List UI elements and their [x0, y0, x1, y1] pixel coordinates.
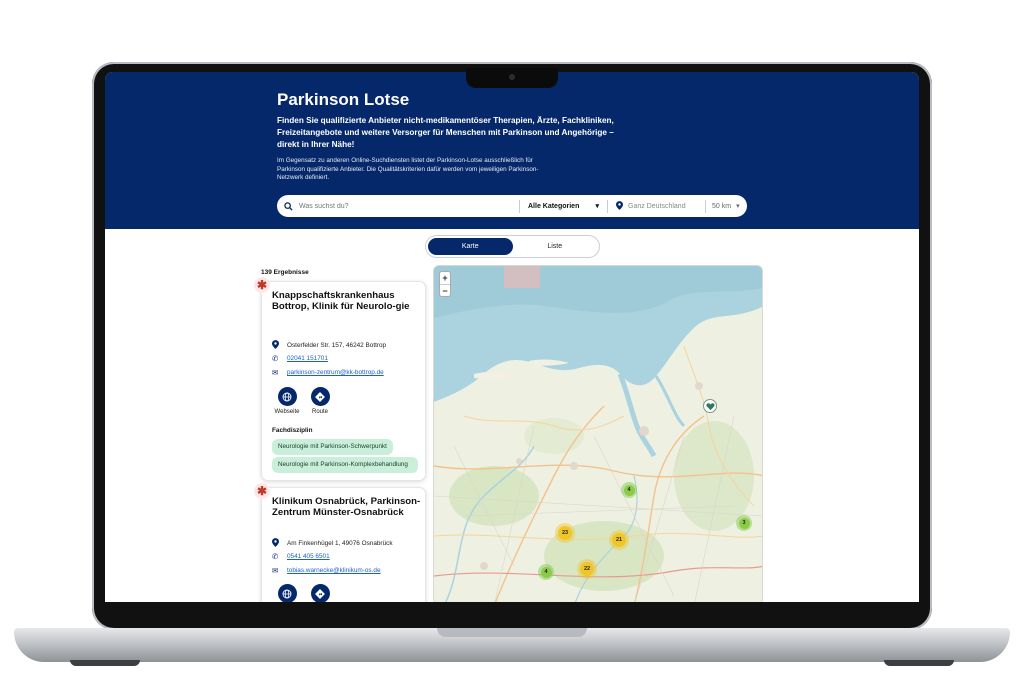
tab-map[interactable]: Karte — [428, 238, 513, 255]
provider-map-marker[interactable] — [703, 399, 717, 413]
search-input[interactable] — [299, 202, 519, 210]
camera-notch — [466, 68, 558, 88]
card-phone: ✆ 02041 151701 — [272, 354, 328, 363]
card-address: Osterfelder Str. 157, 46242 Bottrop — [272, 340, 386, 351]
map-cluster-count: 23 — [558, 526, 572, 540]
search-bar: Alle Kategorien ▾ Ganz Deutschland 50 km… — [277, 195, 747, 217]
radius-value: 50 km — [712, 202, 732, 210]
page-title: Parkinson Lotse — [277, 90, 410, 109]
hero-sub-text: Im Gegensatz zu anderen Online-Suchdiens… — [277, 157, 539, 182]
card-email: ✉ parkinson-zentrum@kk-bottrop.de — [272, 368, 384, 377]
map-cluster-count: 4 — [623, 484, 635, 496]
directions-icon — [310, 584, 330, 602]
chevron-down-icon: ▾ — [736, 203, 740, 210]
route-button[interactable]: Route — [305, 387, 335, 415]
tab-list[interactable]: Liste — [513, 238, 598, 255]
map-cluster-count: 4 — [540, 566, 552, 578]
search-icon — [277, 201, 299, 211]
zoom-out-button[interactable]: − — [440, 284, 450, 296]
globe-icon — [277, 387, 297, 406]
results-count: 139 Ergebnisse — [261, 269, 309, 276]
card-phone-link[interactable]: 0541 405 6501 — [287, 553, 330, 560]
laptop-foot — [884, 660, 954, 666]
laptop-foot — [70, 660, 140, 666]
directions-icon — [310, 387, 330, 406]
map-cluster[interactable]: 4 — [621, 482, 637, 498]
category-select[interactable]: Alle Kategorien ▾ — [520, 202, 607, 211]
discipline-tag: Neurologie mit Parkinson-Komplexbehandlu… — [272, 457, 418, 473]
browser-screen: Parkinson Lotse Finden Sie qualifizierte… — [105, 72, 919, 602]
map-cluster-count: 21 — [612, 533, 626, 547]
card-email: ✉ tobias.warnecke@klinikum-os.de — [272, 566, 381, 575]
card-title: Klinikum Osnabrück, Parkinson-Zentrum Mü… — [272, 496, 421, 518]
discipline-heading: Fachdisziplin — [272, 427, 313, 434]
map-cluster[interactable]: 21 — [609, 530, 629, 550]
view-toggle: Karte Liste — [425, 235, 600, 258]
location-input[interactable]: Ganz Deutschland — [608, 200, 705, 212]
laptop-opening-groove — [437, 628, 587, 637]
zoom-in-button[interactable]: + — [440, 272, 450, 284]
mail-icon: ✉ — [272, 566, 279, 575]
card-phone-link[interactable]: 02041 151701 — [287, 355, 328, 362]
zoom-control: + − — [439, 271, 451, 297]
phone-icon: ✆ — [272, 354, 279, 363]
card-address-text: Am Finkenhügel 1, 49076 Osnabrück — [287, 540, 393, 547]
location-pin-icon — [616, 200, 623, 212]
location-pin-icon — [272, 538, 287, 549]
card-email-link[interactable]: tobias.warnecke@klinikum-os.de — [287, 567, 381, 574]
hero-header: Parkinson Lotse Finden Sie qualifizierte… — [105, 72, 919, 229]
map-cluster-count: 22 — [580, 562, 594, 576]
chevron-down-icon: ▾ — [595, 203, 599, 210]
website-button[interactable]: Webseite — [272, 387, 302, 415]
card-email-link[interactable]: parkinson-zentrum@kk-bottrop.de — [287, 369, 384, 376]
category-select-value: Alle Kategorien — [528, 202, 580, 210]
results-map[interactable]: + − 4 23 21 3 22 4 — [433, 265, 763, 602]
discipline-tag: Neurologie mit Parkinson-Schwerpunkt — [272, 439, 393, 455]
radius-select[interactable]: 50 km ▾ — [706, 202, 746, 211]
mail-icon: ✉ — [272, 368, 279, 377]
website-button[interactable] — [272, 584, 302, 602]
map-cluster[interactable]: 4 — [538, 564, 554, 580]
location-pin-icon — [272, 340, 287, 351]
location-placeholder: Ganz Deutschland — [628, 202, 686, 210]
website-label: Webseite — [274, 409, 300, 415]
route-button[interactable] — [305, 584, 335, 602]
hero-lead-text: Finden Sie qualifizierte Anbieter nicht-… — [277, 116, 614, 149]
map-cluster-count: 3 — [738, 517, 750, 529]
map-tiles — [434, 266, 762, 602]
card-address-text: Osterfelder Str. 157, 46242 Bottrop — [287, 342, 387, 349]
card-phone: ✆ 0541 405 6501 — [272, 552, 330, 561]
route-label: Route — [311, 409, 328, 415]
map-cluster[interactable]: 22 — [577, 559, 597, 579]
card-title: Knappschaftskrankenhaus Bottrop, Klinik … — [272, 290, 410, 312]
medical-asterisk-icon: ✱ — [254, 277, 270, 293]
map-cluster[interactable]: 23 — [555, 523, 575, 543]
result-card[interactable]: ✱ Knappschaftskrankenhaus Bottrop, Klini… — [254, 277, 426, 481]
map-cluster[interactable]: 3 — [736, 515, 752, 531]
card-address: Am Finkenhügel 1, 49076 Osnabrück — [272, 538, 393, 549]
result-card[interactable]: ✱ Klinikum Osnabrück, Parkinson-Zentrum … — [254, 483, 426, 602]
phone-icon: ✆ — [272, 552, 279, 561]
medical-asterisk-icon: ✱ — [254, 483, 270, 499]
globe-icon — [277, 584, 297, 602]
